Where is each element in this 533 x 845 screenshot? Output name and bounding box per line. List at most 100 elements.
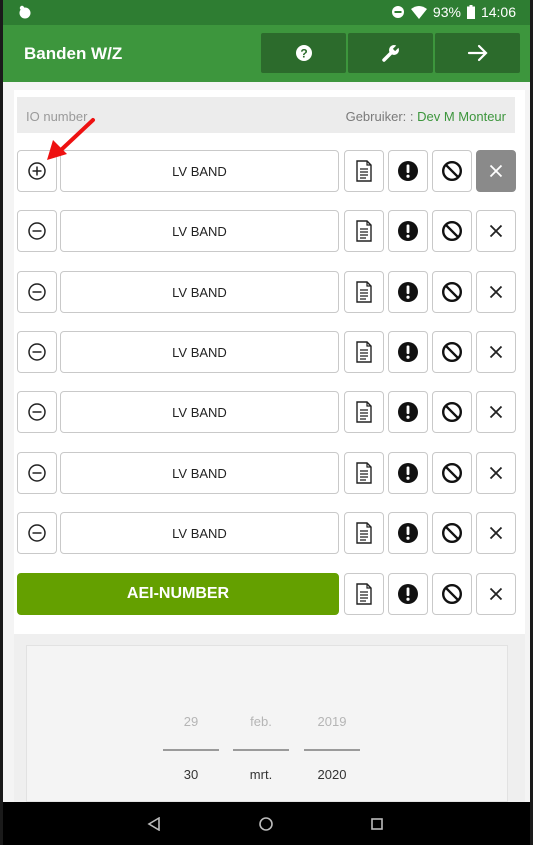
remove-item-button[interactable] xyxy=(17,452,57,494)
warning-button[interactable] xyxy=(388,391,428,433)
tire-row: LV BAND xyxy=(17,391,516,435)
prev-day[interactable]: 29 xyxy=(163,714,219,729)
block-icon xyxy=(441,341,463,363)
remove-item-button[interactable] xyxy=(17,391,57,433)
user-info: Gebruiker: : Dev M Monteur xyxy=(346,109,506,124)
document-icon xyxy=(356,522,372,544)
selected-year[interactable]: 2020 xyxy=(304,767,360,782)
remove-button[interactable] xyxy=(476,573,516,615)
selected-month[interactable]: mrt. xyxy=(233,767,289,782)
tire-select-field[interactable]: LV BAND xyxy=(60,210,339,252)
picker-divider xyxy=(304,749,360,751)
warning-button[interactable] xyxy=(388,512,428,554)
minus-circle-icon xyxy=(28,464,46,482)
selected-day[interactable]: 30 xyxy=(163,767,219,782)
document-icon xyxy=(356,462,372,484)
svg-text:?: ? xyxy=(300,47,307,61)
alert-icon xyxy=(398,523,418,543)
document-button[interactable] xyxy=(344,452,384,494)
tire-select-field[interactable]: LV BAND xyxy=(60,512,339,554)
document-button[interactable] xyxy=(344,512,384,554)
status-icons: 93% 14:06 xyxy=(391,4,516,20)
tire-select-field[interactable]: LV BAND xyxy=(60,271,339,313)
minus-circle-icon xyxy=(28,343,46,361)
minus-circle-icon xyxy=(28,524,46,542)
user-name: Dev M Monteur xyxy=(417,109,506,124)
minus-circle-icon xyxy=(28,283,46,301)
recents-square-icon xyxy=(371,818,383,830)
warning-button[interactable] xyxy=(388,452,428,494)
warning-button[interactable] xyxy=(388,331,428,373)
close-icon xyxy=(489,164,503,178)
alert-icon xyxy=(398,584,418,604)
tire-select-field[interactable]: LV BAND xyxy=(60,150,339,192)
app-notification-icon xyxy=(19,5,31,19)
tire-row: LV BAND xyxy=(17,271,516,315)
document-icon xyxy=(356,220,372,242)
tire-label: LV BAND xyxy=(172,344,227,360)
home-circle-icon xyxy=(259,817,273,831)
remove-item-button[interactable] xyxy=(17,271,57,313)
alert-icon xyxy=(398,282,418,302)
status-bar: 93% 14:06 xyxy=(3,0,530,25)
recents-nav-button[interactable] xyxy=(367,814,387,834)
warning-button[interactable] xyxy=(388,210,428,252)
battery-level: 93% xyxy=(432,4,461,20)
block-button[interactable] xyxy=(432,391,472,433)
tire-label: LV BAND xyxy=(172,284,227,300)
help-button[interactable]: ? xyxy=(261,33,346,73)
block-icon xyxy=(441,160,463,182)
delete-button[interactable] xyxy=(476,452,516,494)
warning-button[interactable] xyxy=(388,150,428,192)
remove-item-button[interactable] xyxy=(17,331,57,373)
document-icon xyxy=(356,401,372,423)
block-button[interactable] xyxy=(432,210,472,252)
document-button[interactable] xyxy=(344,271,384,313)
warning-button[interactable] xyxy=(388,271,428,313)
app-screen: 93% 14:06 Banden W/Z ? IO number Gebruik… xyxy=(3,0,530,845)
system-nav-bar xyxy=(3,802,530,845)
block-button[interactable] xyxy=(432,573,472,615)
document-icon xyxy=(356,583,372,605)
tire-select-field[interactable]: LV BAND xyxy=(60,391,339,433)
close-icon xyxy=(489,345,503,359)
remove-item-button[interactable] xyxy=(17,512,57,554)
block-button[interactable] xyxy=(432,452,472,494)
document-button[interactable] xyxy=(344,391,384,433)
back-nav-button[interactable] xyxy=(144,814,164,834)
delete-button[interactable] xyxy=(476,391,516,433)
close-icon xyxy=(489,587,503,601)
app-bar: Banden W/Z ? xyxy=(3,25,530,82)
home-nav-button[interactable] xyxy=(256,814,276,834)
block-icon xyxy=(441,522,463,544)
delete-button[interactable] xyxy=(476,150,516,192)
aei-number-button[interactable]: AEI-NUMBER xyxy=(17,573,339,615)
prev-month[interactable]: feb. xyxy=(233,714,289,729)
block-button[interactable] xyxy=(432,150,472,192)
delete-button[interactable] xyxy=(476,512,516,554)
document-button[interactable] xyxy=(344,573,384,615)
warning-button[interactable] xyxy=(388,573,428,615)
block-button[interactable] xyxy=(432,331,472,373)
prev-year[interactable]: 2019 xyxy=(304,714,360,729)
tire-select-field[interactable]: LV BAND xyxy=(60,331,339,373)
next-button[interactable] xyxy=(435,33,520,73)
document-button[interactable] xyxy=(344,150,384,192)
settings-button[interactable] xyxy=(348,33,433,73)
tire-label: LV BAND xyxy=(172,163,227,179)
picker-divider xyxy=(233,749,289,751)
close-icon xyxy=(489,285,503,299)
delete-button[interactable] xyxy=(476,210,516,252)
block-button[interactable] xyxy=(432,271,472,313)
block-icon xyxy=(441,281,463,303)
delete-button[interactable] xyxy=(476,331,516,373)
plus-circle-icon xyxy=(28,162,46,180)
remove-item-button[interactable] xyxy=(17,210,57,252)
block-icon xyxy=(441,462,463,484)
document-button[interactable] xyxy=(344,210,384,252)
block-button[interactable] xyxy=(432,512,472,554)
tire-select-field[interactable]: LV BAND xyxy=(60,452,339,494)
document-button[interactable] xyxy=(344,331,384,373)
delete-button[interactable] xyxy=(476,271,516,313)
alert-icon xyxy=(398,161,418,181)
